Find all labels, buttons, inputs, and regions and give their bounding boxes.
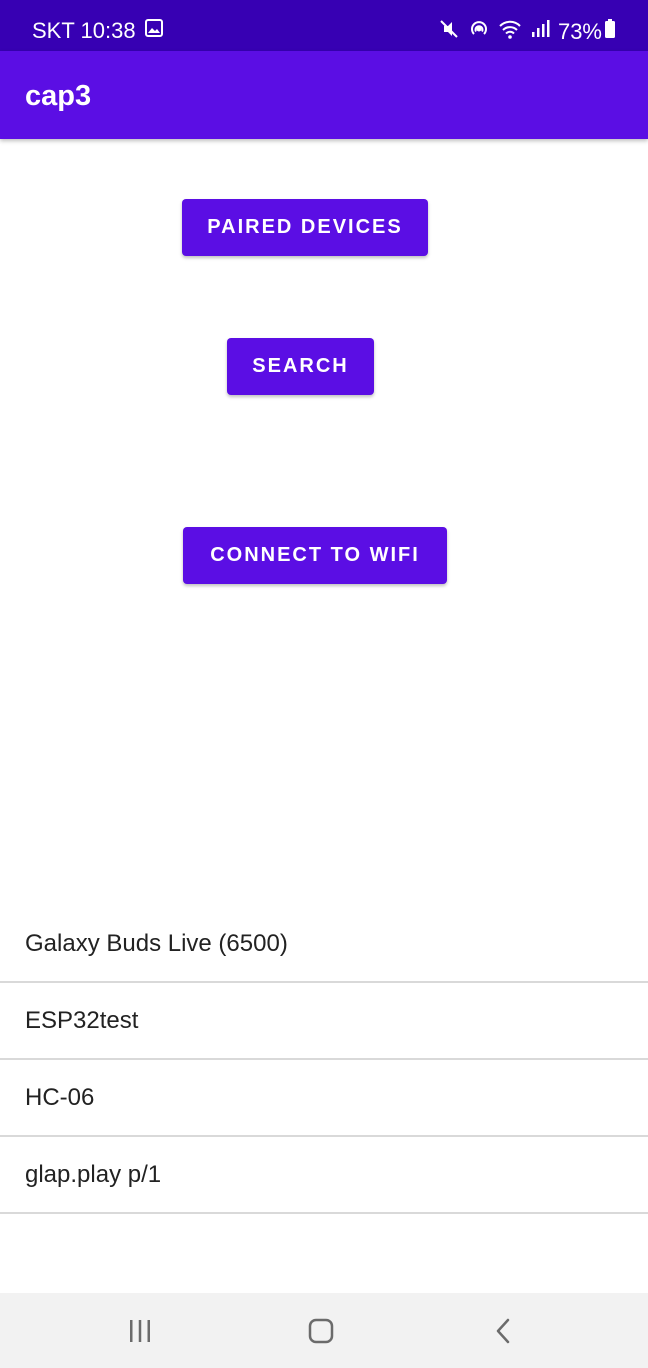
signal-icon — [530, 19, 550, 45]
device-name: glap.play p/1 — [25, 1160, 162, 1188]
battery-percent: 73% — [557, 19, 602, 44]
device-name: ESP32test — [25, 1006, 139, 1034]
device-list: Galaxy Buds Live (6500) ESP32test HC-06 … — [0, 906, 648, 1214]
navigation-bar — [0, 1293, 648, 1368]
mute-icon — [438, 18, 460, 46]
device-name: Galaxy Buds Live (6500) — [25, 929, 288, 957]
status-bar: SKT 10:38 73% — [0, 0, 648, 51]
recents-icon[interactable] — [120, 1313, 160, 1349]
back-icon[interactable] — [484, 1313, 524, 1349]
device-name: HC-06 — [25, 1083, 95, 1111]
hotspot-icon — [468, 18, 490, 46]
battery-icon — [604, 19, 616, 45]
wifi-icon — [498, 18, 522, 46]
paired-devices-button[interactable]: PAIRED DEVICES — [182, 199, 428, 256]
app-title: cap3 — [25, 80, 92, 112]
home-icon[interactable] — [301, 1313, 341, 1349]
device-list-item[interactable]: HC-06 — [0, 1060, 648, 1137]
carrier-time: SKT 10:38 — [32, 18, 136, 43]
device-list-item[interactable]: ESP32test — [0, 983, 648, 1060]
app-screen: SKT 10:38 73% cap3 PAIRED DEVICES SEARCH… — [0, 0, 648, 1368]
device-list-item[interactable]: glap.play p/1 — [0, 1137, 648, 1214]
connect-wifi-button[interactable]: CONNECT TO WIFI — [183, 527, 447, 584]
search-button[interactable]: SEARCH — [227, 338, 374, 395]
status-left: SKT 10:38 — [32, 18, 164, 44]
device-list-item[interactable]: Galaxy Buds Live (6500) — [0, 906, 648, 983]
status-right: 73% — [430, 18, 616, 46]
gallery-icon — [144, 18, 164, 44]
app-bar: cap3 — [0, 51, 648, 139]
